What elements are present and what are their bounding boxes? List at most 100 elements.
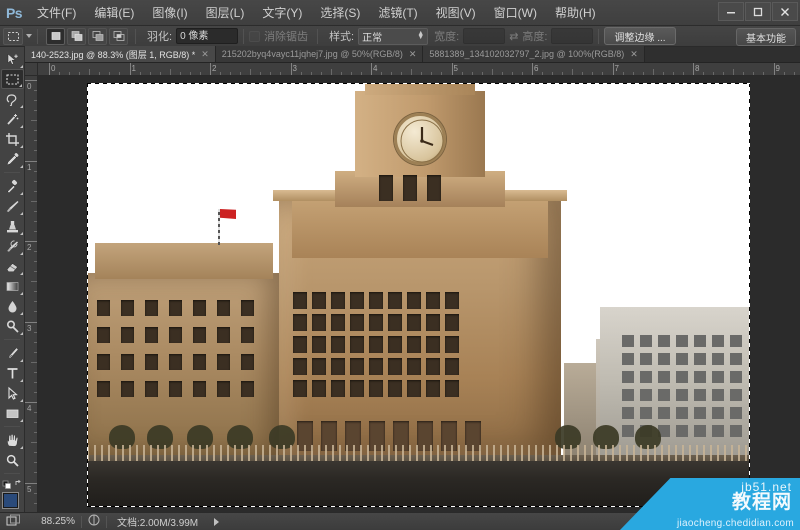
close-icon[interactable]: ✕	[201, 49, 209, 60]
menu-file[interactable]: 文件(F)	[28, 0, 85, 26]
brush-tool[interactable]	[1, 196, 24, 216]
foreground-color-swatch[interactable]	[3, 493, 18, 508]
minimize-button[interactable]	[718, 2, 744, 21]
blur-tool[interactable]	[1, 296, 24, 316]
screen-mode-icon[interactable]	[6, 514, 21, 530]
menu-window[interactable]: 窗口(W)	[485, 0, 546, 26]
document-tab-1-label: 140-2523.jpg @ 88.3% (图层 1, RGB/8) *	[31, 49, 196, 60]
path-selection-tool[interactable]	[1, 383, 24, 403]
menu-select[interactable]: 选择(S)	[311, 0, 369, 26]
document-canvas[interactable]	[87, 83, 750, 507]
status-bar: 88.25% 文档:2.00M/3.99M	[0, 512, 800, 530]
spot-healing-brush-tool[interactable]	[1, 176, 24, 196]
brush-icon	[6, 200, 18, 212]
left-building-windows	[97, 300, 254, 397]
rectangle-shape-icon	[6, 409, 18, 418]
crop-icon	[5, 132, 19, 146]
ruler-v-tick	[31, 120, 37, 122]
gradient-tool[interactable]	[1, 276, 24, 296]
close-icon[interactable]: ✕	[630, 49, 638, 60]
ruler-corner	[25, 63, 38, 76]
ruler-h-tick	[612, 63, 614, 75]
menu-edit[interactable]: 编辑(E)	[85, 0, 143, 26]
flyout-triangle-icon	[19, 212, 23, 215]
swap-arrows-icon[interactable]: ⇄	[509, 30, 518, 43]
refine-edge-button[interactable]: 调整边缘 ...	[604, 27, 676, 45]
flyout-triangle-icon	[19, 446, 23, 449]
maximize-button[interactable]	[745, 2, 771, 21]
workspace-button[interactable]: 基本功能	[736, 28, 796, 46]
close-icon[interactable]: ✕	[409, 49, 417, 60]
ruler-v-tick-label: 5	[27, 484, 32, 494]
menu-layer[interactable]: 图层(L)	[197, 0, 254, 26]
document-tab-3[interactable]: 5881389_134102032797_2.jpg @ 100%(RGB/8)…	[423, 46, 645, 62]
clone-stamp-tool[interactable]	[1, 216, 24, 236]
color-shortcuts	[0, 477, 24, 491]
ruler-v-tick-label: 3	[27, 323, 32, 333]
canvas-area[interactable]	[38, 76, 800, 512]
new-selection-icon	[51, 32, 60, 40]
add-to-selection-button[interactable]	[67, 27, 86, 45]
feather-input[interactable]: 0 像素	[176, 28, 239, 44]
crop-tool[interactable]	[1, 129, 24, 149]
photoshop-window: Ps 文件(F) 编辑(E) 图像(I) 图层(L) 文字(Y) 选择(S) 滤…	[0, 0, 800, 530]
height-input[interactable]	[551, 28, 594, 44]
flyout-triangle-icon	[19, 105, 23, 108]
ruler-h-tick	[693, 63, 694, 75]
left-flag	[220, 209, 236, 219]
status-menu-arrow-icon[interactable]	[214, 517, 220, 526]
subtract-from-selection-button[interactable]	[88, 27, 107, 45]
options-divider-5	[598, 28, 600, 44]
zoom-tool[interactable]	[1, 450, 24, 470]
tool-preset-picker[interactable]	[3, 27, 23, 45]
flyout-triangle-icon	[19, 292, 23, 295]
history-brush-tool[interactable]	[1, 236, 24, 256]
menu-view[interactable]: 视图(V)	[427, 0, 485, 26]
menu-image[interactable]: 图像(I)	[143, 0, 196, 26]
pen-tool[interactable]	[1, 343, 24, 363]
ruler-h-tick	[572, 69, 574, 75]
workspace-area: 基本功能	[736, 28, 796, 46]
ruler-h-tick	[330, 69, 332, 75]
move-tool[interactable]	[1, 49, 24, 69]
ruler-h-tick	[532, 63, 533, 75]
eyedropper-tool[interactable]	[1, 149, 24, 169]
eraser-icon	[6, 262, 18, 272]
feather-label: 羽化:	[147, 31, 173, 43]
menu-filter[interactable]: 滤镜(T)	[369, 0, 426, 26]
flyout-triangle-icon	[19, 125, 23, 128]
eraser-tool[interactable]	[1, 256, 24, 276]
intersect-selection-button[interactable]	[109, 27, 128, 45]
ruler-v-tick-label: 1	[27, 162, 32, 172]
horizontal-ruler[interactable]: 0 1 2 3 4 5 6 7 8 9	[38, 63, 800, 76]
dodge-tool[interactable]	[1, 316, 24, 336]
flyout-triangle-icon	[19, 399, 23, 402]
menu-type[interactable]: 文字(Y)	[253, 0, 311, 26]
ruler-h-tick	[49, 63, 50, 75]
tool-preset-chevron-down-icon[interactable]	[26, 34, 32, 38]
new-selection-button[interactable]	[46, 27, 65, 45]
ruler-v-tick-label: 2	[27, 243, 32, 252]
selection-mode-group	[46, 27, 130, 45]
vertical-ruler[interactable]: 0 1 2 3 4 5	[25, 76, 38, 512]
ruler-h-tick-label: 0	[51, 64, 56, 73]
quick-selection-tool[interactable]	[1, 109, 24, 129]
close-button[interactable]	[772, 2, 798, 21]
zoom-level[interactable]: 88.25%	[27, 516, 81, 527]
width-input[interactable]	[463, 28, 506, 44]
style-select[interactable]: 正常 ▲ ▼	[358, 27, 429, 45]
document-tab-2[interactable]: 215202byq4vayc11jqhej7.jpg @ 50%(RGB/8) …	[215, 46, 424, 62]
hand-icon	[6, 433, 18, 447]
lasso-tool[interactable]	[1, 89, 24, 109]
menu-help[interactable]: 帮助(H)	[546, 0, 605, 26]
subtract-selection-icon	[92, 31, 103, 41]
rectangular-marquee-tool[interactable]	[0, 69, 24, 89]
hand-tool[interactable]	[1, 430, 24, 450]
rectangle-tool[interactable]	[1, 403, 24, 423]
flyout-triangle-icon	[19, 272, 23, 275]
ruler-h-tick	[210, 63, 211, 75]
ruler-h-tick-label: 3	[292, 64, 297, 73]
antialias-checkbox[interactable]	[249, 30, 261, 42]
horizontal-type-tool[interactable]	[1, 363, 24, 383]
document-tab-1[interactable]: 140-2523.jpg @ 88.3% (图层 1, RGB/8) * ✕	[25, 46, 216, 62]
